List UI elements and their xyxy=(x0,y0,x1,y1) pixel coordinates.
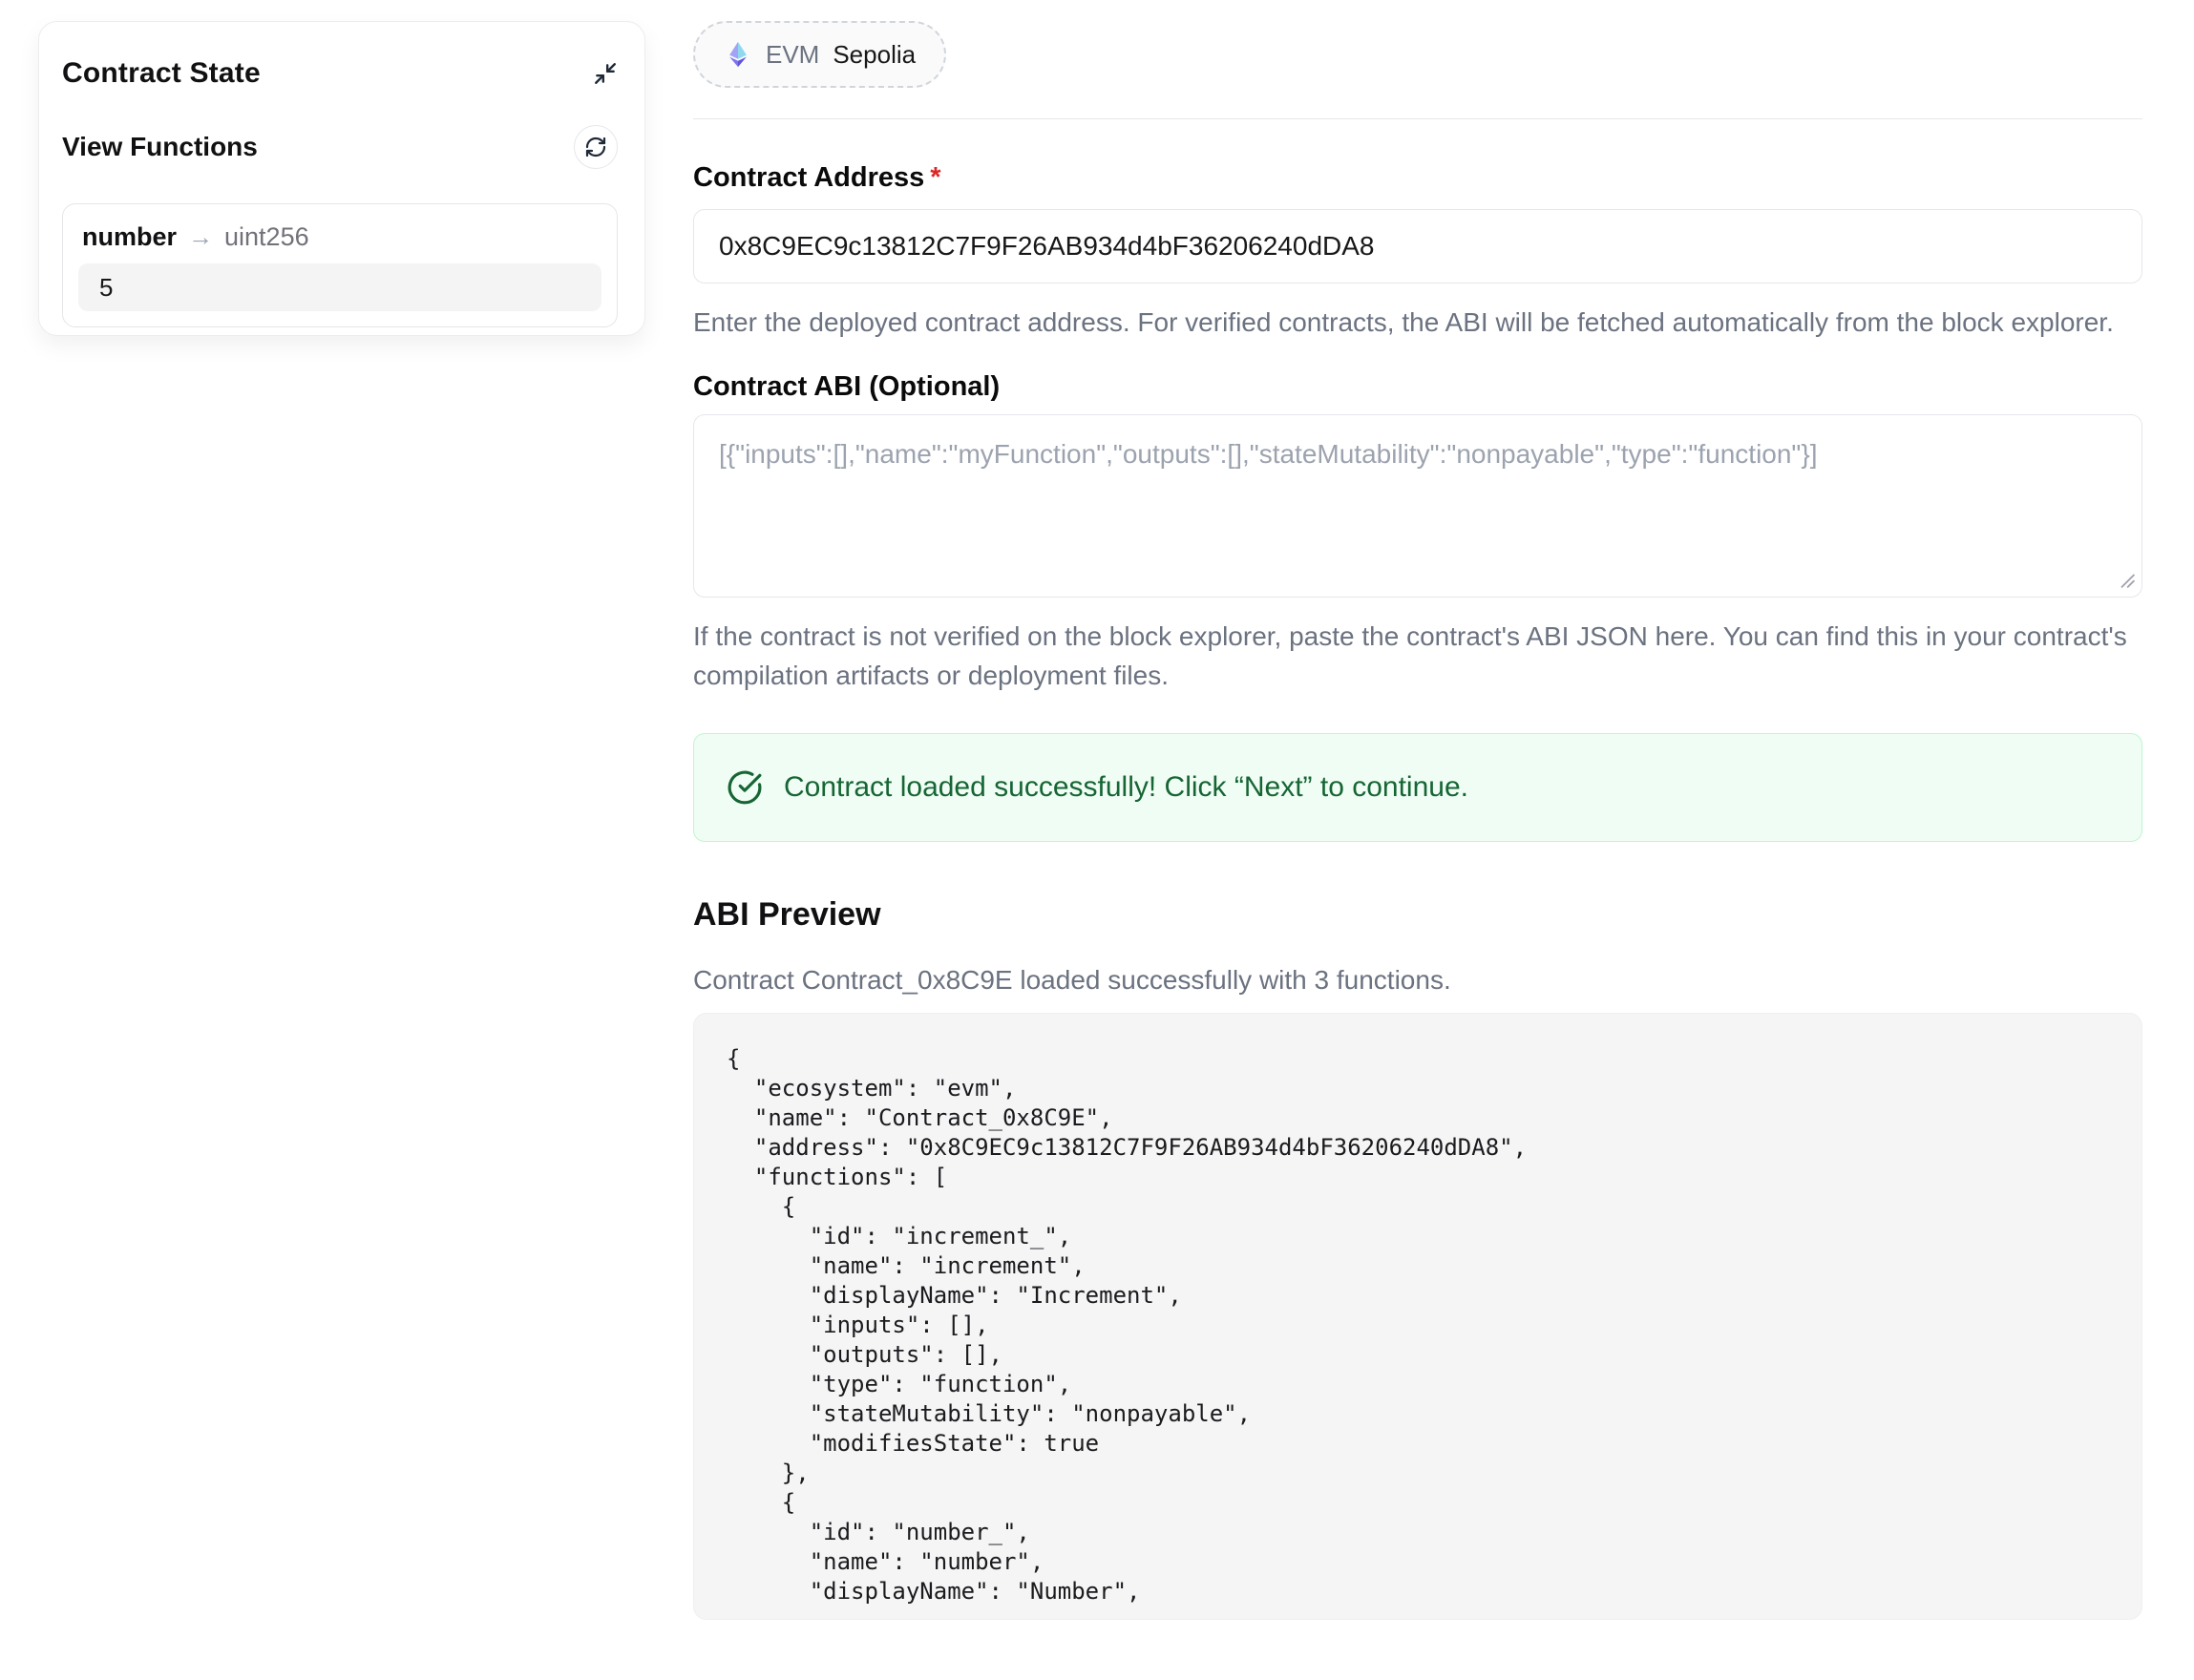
contract-address-input[interactable] xyxy=(693,209,2142,284)
ethereum-icon xyxy=(724,40,752,69)
check-circle-icon xyxy=(727,769,763,806)
contract-abi-textarea[interactable] xyxy=(693,414,2142,598)
minimize-icon[interactable] xyxy=(593,61,618,86)
badge-ecosystem-label: EVM xyxy=(766,40,819,70)
contract-address-label-text: Contract Address xyxy=(693,162,924,193)
abi-preview-code: { "ecosystem": "evm", "name": "Contract_… xyxy=(693,1013,2142,1620)
abi-preview-subtitle: Contract Contract_0x8C9E loaded successf… xyxy=(693,960,2142,999)
success-message: Contract loaded successfully! Click “Nex… xyxy=(784,771,1468,804)
view-functions-header: View Functions xyxy=(62,125,618,169)
view-functions-title: View Functions xyxy=(62,131,258,163)
main-content: EVM Sepolia Contract Address* Enter the … xyxy=(693,0,2142,1620)
function-result-value: 5 xyxy=(78,263,601,311)
resize-handle-icon[interactable] xyxy=(2118,571,2135,588)
arrow-right-icon: → xyxy=(188,221,213,252)
contract-abi-helper: If the contract is not verified on the b… xyxy=(693,617,2142,695)
function-name: number xyxy=(82,221,177,252)
contract-address-label: Contract Address* xyxy=(693,161,2142,194)
divider xyxy=(693,118,2142,119)
contract-state-card: Contract State View Functions xyxy=(38,21,645,336)
contract-address-helper: Enter the deployed contract address. For… xyxy=(693,303,2142,342)
contract-setup-page: Contract State View Functions xyxy=(0,0,2194,1680)
function-signature: number → uint256 xyxy=(78,221,601,252)
network-badge[interactable]: EVM Sepolia xyxy=(693,21,946,88)
refresh-icon xyxy=(584,136,607,158)
contract-state-title: Contract State xyxy=(62,56,261,91)
required-asterisk: * xyxy=(930,162,940,193)
badge-network-label: Sepolia xyxy=(833,40,916,70)
contract-abi-label: Contract ABI (Optional) xyxy=(693,370,2142,403)
contract-abi-field xyxy=(693,414,2142,598)
refresh-button[interactable] xyxy=(574,125,618,169)
abi-preview-title: ABI Preview xyxy=(693,895,2142,934)
contract-state-header: Contract State xyxy=(62,56,618,91)
function-return-type: uint256 xyxy=(224,221,309,252)
success-alert: Contract loaded successfully! Click “Nex… xyxy=(693,733,2142,842)
function-card: number → uint256 5 xyxy=(62,203,618,327)
